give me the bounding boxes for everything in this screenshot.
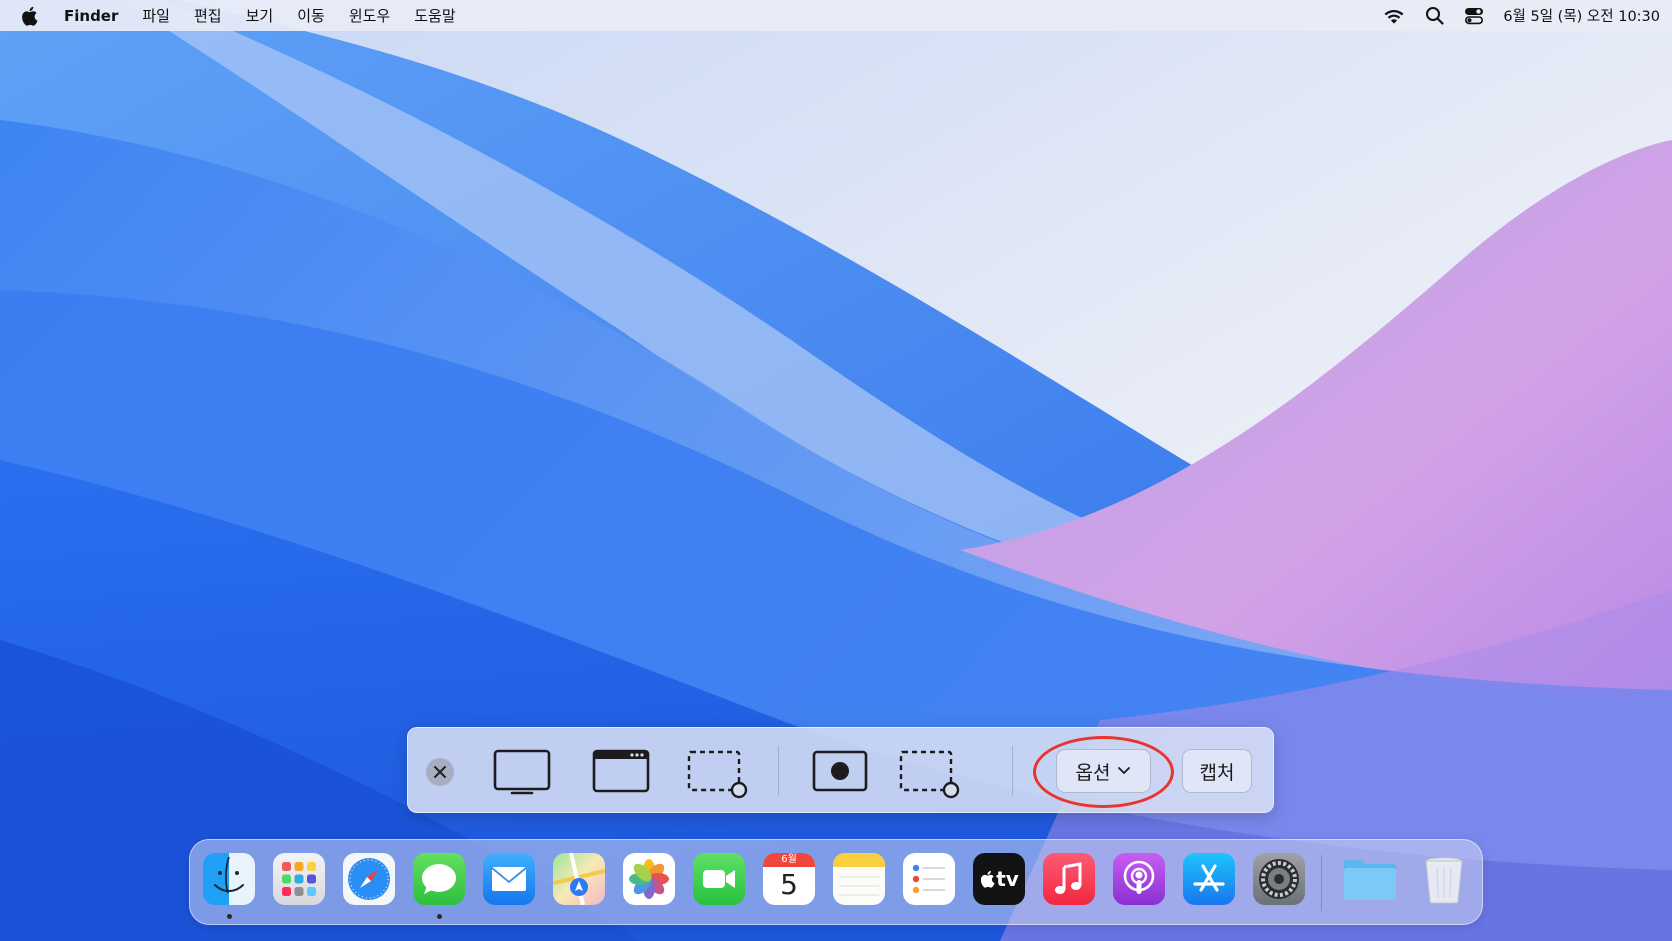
dock-safari[interactable] (343, 853, 395, 905)
calendar-day: 5 (780, 868, 798, 901)
dock: 6월 5 tv (189, 839, 1483, 925)
dock-trash[interactable] (1418, 853, 1470, 905)
menu-file[interactable]: 파일 (142, 5, 170, 26)
menu-window[interactable]: 윈도우 (349, 5, 390, 26)
messages-icon (422, 864, 456, 894)
record-selection-button[interactable] (897, 748, 961, 800)
dock-divider (1321, 855, 1322, 911)
options-label: 옵션 (1075, 761, 1111, 784)
menu-bar: Finder 파일 편집 보기 이동 윈도우 도움말 6월 5일 (목) 오전 … (0, 0, 1672, 31)
wifi-icon[interactable] (1383, 5, 1405, 27)
dock-reminders[interactable] (903, 853, 955, 905)
toolbar-divider (1012, 746, 1013, 796)
running-indicator (437, 914, 442, 919)
search-icon[interactable] (1423, 5, 1445, 27)
record-entire-screen-button[interactable] (810, 748, 870, 796)
notes-header (833, 853, 885, 867)
folder-icon (1344, 860, 1396, 900)
dock-facetime[interactable] (693, 853, 745, 905)
apple-tv-logo-icon (981, 870, 995, 888)
chevron-down-icon (1118, 767, 1131, 774)
control-center-icon[interactable] (1463, 5, 1485, 27)
app-store-icon (1193, 864, 1225, 892)
selection-icon (687, 750, 748, 799)
capture-label: 캡처 (1199, 761, 1235, 784)
dock-maps[interactable] (553, 853, 605, 905)
capture-entire-screen-button[interactable] (492, 748, 552, 796)
window-icon (592, 749, 650, 793)
apple-logo-icon[interactable] (20, 6, 40, 26)
dock-app-store[interactable] (1183, 853, 1235, 905)
trash-icon (1425, 857, 1463, 904)
dock-calendar[interactable]: 6월 5 (763, 853, 815, 905)
dock-folder[interactable] (1340, 853, 1400, 905)
notes-icon (839, 876, 879, 896)
close-icon (426, 758, 454, 786)
calendar-month: 6월 (763, 853, 815, 867)
apple-tv-label: tv (996, 867, 1019, 891)
finder-icon (214, 856, 244, 894)
dock-launchpad[interactable] (273, 853, 325, 905)
facetime-icon (703, 870, 735, 888)
menu-go[interactable]: 이동 (297, 5, 325, 26)
screen-icon (493, 749, 551, 795)
capture-window-button[interactable] (591, 748, 651, 796)
music-icon (1055, 862, 1082, 894)
safari-icon (348, 858, 390, 900)
menu-edit[interactable]: 편집 (194, 5, 222, 26)
maps-icon (553, 853, 605, 905)
record-screen-icon (812, 750, 868, 792)
dock-mail[interactable] (483, 853, 535, 905)
dock-finder[interactable] (203, 853, 255, 905)
menu-help[interactable]: 도움말 (414, 5, 455, 26)
gear-icon (1259, 859, 1299, 899)
dock-music[interactable] (1043, 853, 1095, 905)
close-button[interactable] (425, 757, 455, 787)
record-selection-icon (899, 750, 960, 799)
dock-photos[interactable] (623, 853, 675, 905)
dock-messages[interactable] (413, 853, 465, 905)
launchpad-icon (282, 862, 316, 896)
menu-app-name[interactable]: Finder (64, 7, 118, 25)
reminders-icon (912, 864, 945, 894)
dock-notes[interactable] (833, 853, 885, 905)
status-area: 6월 5일 (목) 오전 10:30 (1365, 5, 1660, 27)
menu-view[interactable]: 보기 (246, 5, 274, 26)
running-indicator (227, 914, 232, 919)
dock-apple-tv[interactable]: tv (973, 853, 1025, 905)
dock-podcasts[interactable] (1113, 853, 1165, 905)
options-button[interactable]: 옵션 (1056, 749, 1151, 793)
capture-button[interactable]: 캡처 (1182, 749, 1252, 793)
toolbar-divider (778, 746, 779, 796)
menu-clock[interactable]: 6월 5일 (목) 오전 10:30 (1503, 5, 1660, 26)
photos-icon (629, 859, 669, 899)
capture-selection-button[interactable] (685, 748, 749, 800)
podcasts-icon (1123, 860, 1155, 894)
screenshot-toolbar: 옵션 캡처 (407, 727, 1274, 813)
mail-icon (491, 867, 527, 891)
dock-system-settings[interactable] (1253, 853, 1305, 905)
